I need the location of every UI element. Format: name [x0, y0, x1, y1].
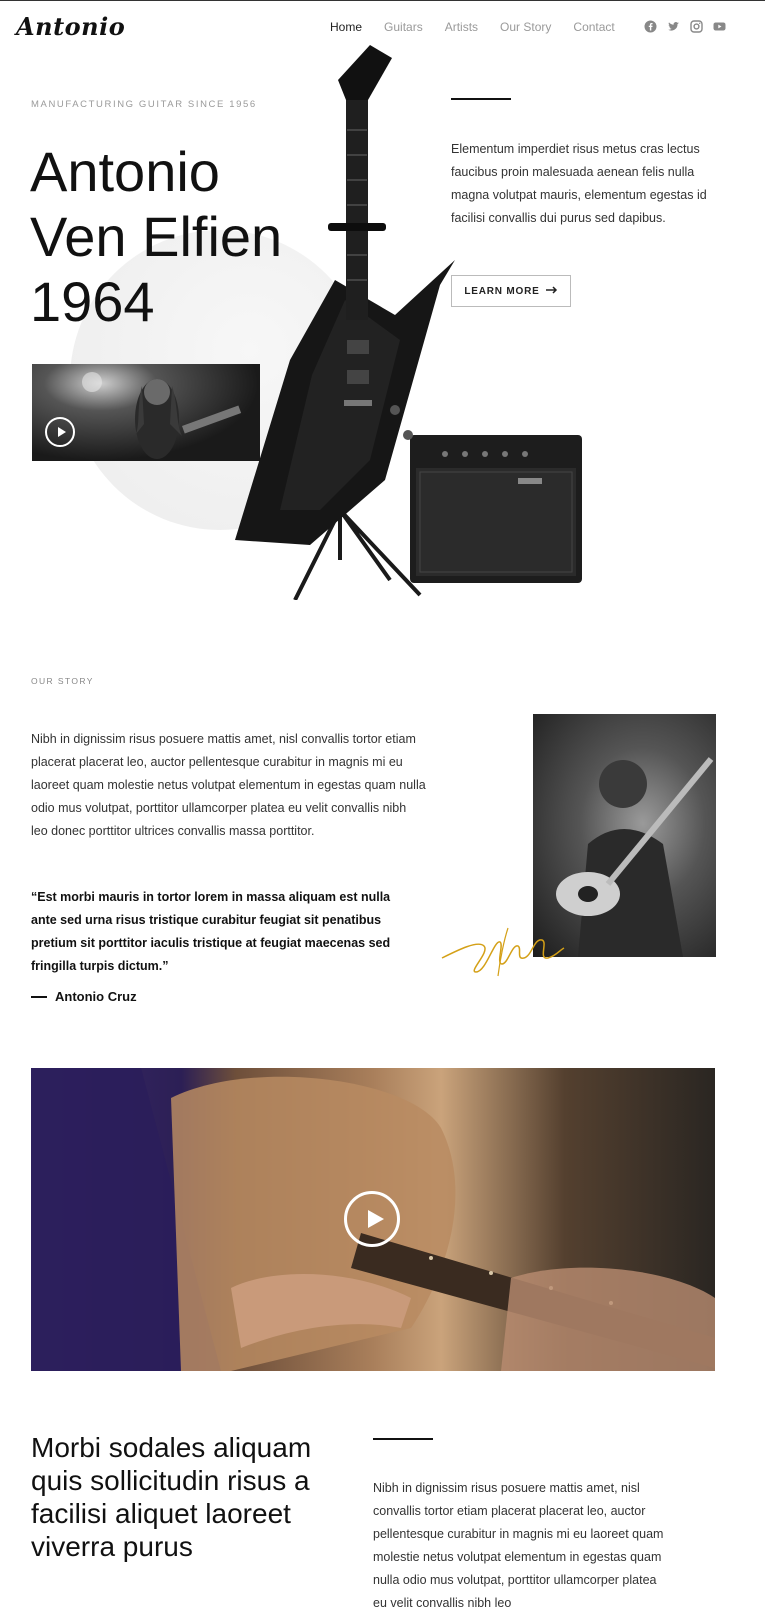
workshop-play-button[interactable]: [344, 1191, 400, 1247]
quote-author: Antonio Cruz: [31, 989, 137, 1004]
story-quote: “Est morbi mauris in tortor lorem in mas…: [31, 889, 391, 973]
top-border: [0, 0, 765, 1]
signature-image: [441, 927, 565, 977]
feature-title: Morbi sodales aliquam quis sollicitudin …: [31, 1432, 312, 1562]
learn-more-button[interactable]: LEARN MORE: [451, 275, 571, 307]
hero-divider: [451, 98, 511, 100]
author-name: Antonio Cruz: [55, 989, 137, 1004]
nav-item-our-story[interactable]: Our Story: [500, 20, 551, 34]
author-dash: [31, 995, 47, 998]
story-text: Nibh in dignissim risus posuere mattis a…: [31, 731, 426, 838]
nav-item-artists[interactable]: Artists: [445, 20, 478, 34]
arrow-right-icon: [545, 285, 558, 297]
social-links: [644, 20, 726, 33]
main-nav: Home Guitars Artists Our Story Contact: [330, 20, 637, 34]
nav-item-guitars[interactable]: Guitars: [384, 20, 423, 34]
guitar-and-amp-image: [235, 45, 582, 600]
learn-more-label: LEARN MORE: [464, 285, 540, 297]
hero-description: Elementum imperdiet risus metus cras lec…: [451, 141, 707, 225]
youtube-icon[interactable]: [713, 20, 726, 33]
nav-item-home[interactable]: Home: [330, 20, 362, 34]
hero-play-button[interactable]: [45, 417, 75, 447]
brand-logo[interactable]: Antonio: [16, 12, 125, 41]
nav-item-contact[interactable]: Contact: [573, 20, 614, 34]
feature-divider: [373, 1438, 433, 1440]
story-kicker: OUR STORY: [31, 676, 94, 686]
instagram-icon[interactable]: [690, 20, 703, 33]
facebook-icon[interactable]: [644, 20, 657, 33]
feature-text: Nibh in dignissim risus posuere mattis a…: [373, 1480, 664, 1610]
twitter-icon[interactable]: [667, 20, 680, 33]
